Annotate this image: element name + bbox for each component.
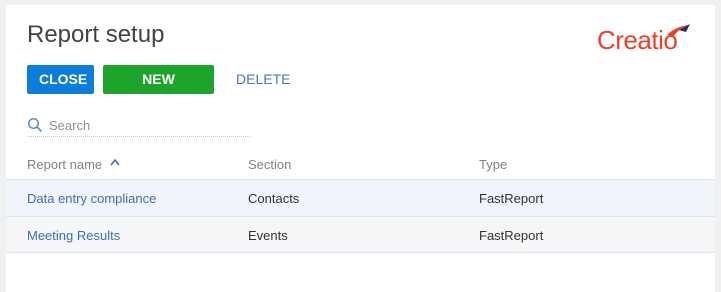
column-header-type[interactable]: Type xyxy=(479,157,507,172)
table-row[interactable]: Meeting Results Events FastReport xyxy=(6,216,715,253)
delete-button[interactable]: DELETE xyxy=(224,65,294,94)
section-cell: Events xyxy=(248,228,288,243)
grid-header: Report name Section Type xyxy=(6,153,715,179)
new-report-button[interactable]: NEW REPORT xyxy=(103,65,214,116)
search-icon xyxy=(27,117,42,132)
type-cell: FastReport xyxy=(479,228,544,243)
report-name-link[interactable]: Meeting Results xyxy=(27,228,120,243)
table-row[interactable]: Data entry compliance Contacts FastRepor… xyxy=(6,179,715,216)
sort-ascending-icon[interactable] xyxy=(110,158,120,166)
report-name-link[interactable]: Data entry compliance xyxy=(27,191,156,206)
search-box xyxy=(27,115,250,137)
report-setup-page: Report setup Creatio CLOSE NEW REPORT DE… xyxy=(6,5,715,292)
logo-swoosh-icon xyxy=(667,24,690,36)
creatio-logo: Creatio xyxy=(597,23,697,57)
search-input[interactable] xyxy=(49,115,247,135)
column-header-report-name[interactable]: Report name xyxy=(27,157,102,172)
column-header-section[interactable]: Section xyxy=(248,157,291,172)
close-button[interactable]: CLOSE xyxy=(27,65,94,94)
type-cell: FastReport xyxy=(479,191,544,206)
toolbar: CLOSE NEW REPORT DELETE xyxy=(27,65,294,116)
section-cell: Contacts xyxy=(248,191,300,206)
page-title: Report setup xyxy=(27,21,165,48)
